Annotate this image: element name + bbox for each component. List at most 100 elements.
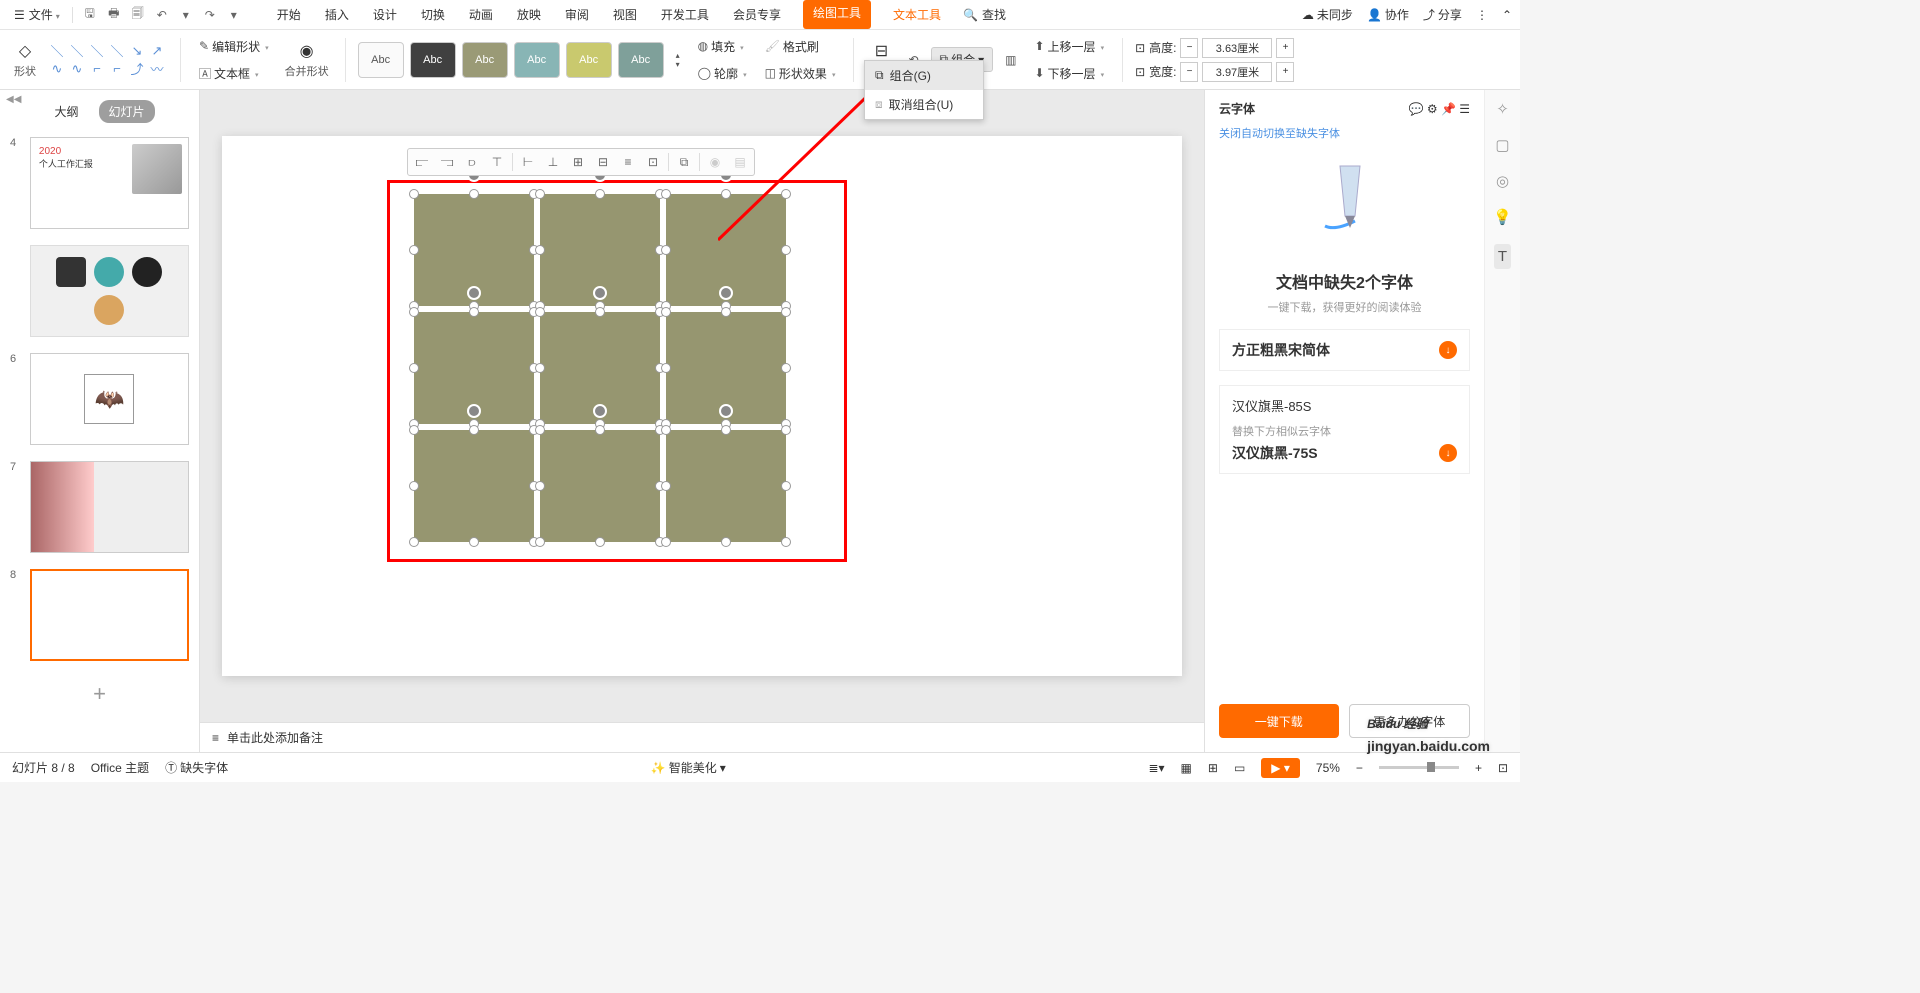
tab-design[interactable]: 设计 — [371, 0, 399, 29]
tab-devtools[interactable]: 开发工具 — [659, 0, 711, 29]
chat-icon[interactable]: 💬 — [1409, 102, 1424, 116]
align-bottom-icon[interactable]: ⊥ — [541, 151, 565, 173]
align-top-icon[interactable]: ⊤ — [485, 151, 509, 173]
download-icon[interactable]: ↓ — [1439, 341, 1457, 359]
width-plus[interactable]: + — [1276, 62, 1294, 82]
collapse-ribbon-icon[interactable]: ⌃ — [1502, 8, 1512, 22]
bulb-icon[interactable]: 💡 — [1493, 208, 1512, 226]
tab-transition[interactable]: 切换 — [419, 0, 447, 29]
equal-width-icon[interactable]: ≡ — [616, 151, 640, 173]
group-icon[interactable]: ⧉ — [672, 151, 696, 173]
tab-animation[interactable]: 动画 — [467, 0, 495, 29]
undo-dd-icon[interactable]: ▾ — [175, 4, 197, 26]
slides-tab[interactable]: 幻灯片 — [99, 100, 155, 123]
fill-button[interactable]: ◍ 填充 — [692, 35, 753, 58]
view-reading-icon[interactable]: ▭ — [1234, 761, 1245, 775]
shape-effects-button[interactable]: ◫ 形状效果 — [759, 62, 842, 85]
height-plus[interactable]: + — [1276, 38, 1294, 58]
equal-height-icon[interactable]: ⊡ — [641, 151, 665, 173]
merge-shapes-button[interactable]: ◉合并形状 — [281, 41, 333, 79]
target-icon[interactable]: ◎ — [1496, 172, 1509, 190]
width-input[interactable] — [1202, 62, 1272, 82]
selection-pane-icon[interactable]: ▥ — [999, 50, 1022, 70]
tab-text-tools[interactable]: 文本工具 — [891, 0, 943, 29]
zoom-out-icon[interactable]: − — [1356, 761, 1363, 775]
bring-forward-button[interactable]: ⬆ 上移一层 — [1028, 35, 1110, 58]
menu-icon[interactable]: ☰ — [1459, 102, 1470, 116]
undo-icon[interactable]: ↶ — [151, 4, 173, 26]
redo-icon[interactable]: ↷ — [199, 4, 221, 26]
align-center-h-icon[interactable]: ⫎ — [435, 151, 459, 173]
height-input[interactable] — [1202, 38, 1272, 58]
disable-auto-switch-link[interactable]: 关闭自动切换至缺失字体 — [1219, 125, 1470, 141]
style-1[interactable]: Abc — [358, 42, 404, 78]
view-normal-icon[interactable]: ▦ — [1181, 761, 1192, 775]
font-card-1[interactable]: 方正粗黑宋简体 ↓ — [1219, 329, 1470, 371]
loc-icon[interactable]: ◉ — [703, 151, 727, 173]
send-backward-button[interactable]: ⬇ 下移一层 — [1028, 62, 1110, 85]
zoom-in-icon[interactable]: + — [1475, 761, 1482, 775]
missing-fonts-status[interactable]: Ⓣ 缺失字体 — [165, 759, 228, 776]
view-sorter-icon[interactable]: ⊞ — [1208, 761, 1218, 775]
download-icon[interactable]: ↓ — [1439, 444, 1457, 462]
style-4[interactable]: Abc — [514, 42, 560, 78]
align-right-icon[interactable]: ⫐ — [460, 151, 484, 173]
tab-view[interactable]: 视图 — [611, 0, 639, 29]
sparkle-icon[interactable]: ✧ — [1496, 100, 1509, 118]
style-6[interactable]: Abc — [618, 42, 664, 78]
add-slide-button[interactable]: + — [0, 673, 199, 715]
align-middle-icon[interactable]: ⊢ — [516, 151, 540, 173]
distribute-v-icon[interactable]: ⊟ — [591, 151, 615, 173]
pin-icon[interactable]: 📌 — [1441, 102, 1456, 116]
width-minus[interactable]: − — [1180, 62, 1198, 82]
thumb-5[interactable] — [0, 241, 199, 349]
download-all-button[interactable]: 一键下载 — [1219, 704, 1339, 738]
align-left-icon[interactable]: ⫍ — [410, 151, 434, 173]
outline-tab[interactable]: 大纲 — [44, 100, 88, 123]
outline-button[interactable]: ◯ 轮廓 — [692, 62, 753, 85]
text-icon[interactable]: T — [1494, 244, 1511, 269]
thumb-8[interactable]: 8 — [0, 565, 199, 673]
format-painter-button[interactable]: 🖌 格式刷 — [759, 35, 842, 58]
style-5[interactable]: Abc — [566, 42, 612, 78]
tab-insert[interactable]: 插入 — [323, 0, 351, 29]
collapse-panel-icon[interactable]: ◀◀ — [6, 94, 21, 105]
share-button[interactable]: ⤴ 分享 — [1423, 6, 1462, 23]
styles-more-icon[interactable]: ▴▾ — [670, 48, 686, 72]
font-card-2[interactable]: 汉仪旗黑-85S 替换下方相似云字体 汉仪旗黑-75S ↓ — [1219, 385, 1470, 474]
shape-gallery[interactable]: ◇形状 — [10, 41, 40, 79]
search-button[interactable]: 🔍 查找 — [963, 6, 1006, 23]
tab-slideshow[interactable]: 放映 — [515, 0, 543, 29]
sync-status[interactable]: ☁ 未同步 — [1302, 6, 1353, 23]
thumb-6[interactable]: 6 🦇 — [0, 349, 199, 457]
gear-icon[interactable]: ⚙ — [1427, 102, 1438, 116]
tab-drawing-tools[interactable]: 绘图工具 — [803, 0, 871, 29]
theme-label[interactable]: Office 主题 — [91, 759, 149, 776]
print-preview-icon[interactable]: 🗐 — [127, 4, 149, 26]
lib-icon[interactable]: ▤ — [728, 151, 752, 173]
thumb-7[interactable]: 7 — [0, 457, 199, 565]
tab-start[interactable]: 开始 — [275, 0, 303, 29]
play-button[interactable]: ▶ ▾ — [1261, 758, 1300, 778]
beautify-button[interactable]: ✨ 智能美化 ▾ — [651, 759, 726, 776]
thumb-4[interactable]: 4 2020个人工作汇报 — [0, 133, 199, 241]
height-minus[interactable]: − — [1180, 38, 1198, 58]
textbox-button[interactable]: 🄰 文本框 — [193, 62, 275, 85]
shape-grid[interactable]: ＼＼＼＼↘↗ ∿∿⌐⌐⤴〰 — [46, 41, 168, 79]
collab-button[interactable]: 👤 协作 — [1367, 6, 1409, 23]
selected-shapes[interactable] — [414, 194, 786, 542]
tab-vip[interactable]: 会员专享 — [731, 0, 783, 29]
menu-group[interactable]: ⧉ 组合(G) — [865, 61, 983, 90]
zoom-slider[interactable] — [1379, 766, 1459, 769]
style-3[interactable]: Abc — [462, 42, 508, 78]
style-2[interactable]: Abc — [410, 42, 456, 78]
notes-placeholder[interactable]: 单击此处添加备注 — [227, 729, 323, 746]
edit-shape-button[interactable]: ✎ 编辑形状 — [193, 35, 275, 58]
fit-icon[interactable]: ⊡ — [1498, 761, 1508, 775]
notes-bar[interactable]: ≡ 单击此处添加备注 — [200, 722, 1204, 752]
file-menu[interactable]: ☰ 文件 — [8, 3, 66, 26]
more-fonts-button[interactable]: 更多办公字体 — [1349, 704, 1471, 738]
tab-review[interactable]: 审阅 — [563, 0, 591, 29]
save-icon[interactable]: 🖫 — [79, 4, 101, 26]
present-icon[interactable]: ▢ — [1495, 136, 1509, 154]
